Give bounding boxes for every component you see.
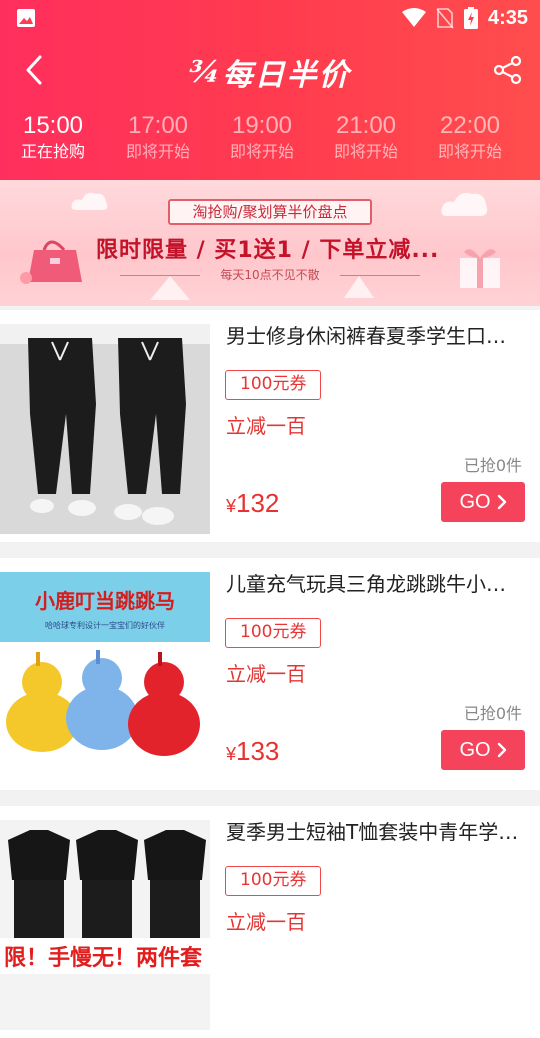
header: 4:35 ¾ 每日半价 15:00 正在抢购 17:00 即将开始 19:00 … (0, 0, 540, 180)
clock: 4:35 (487, 6, 528, 29)
banner-tag: 淘抢购/聚划算半价盘点 (168, 199, 372, 225)
coupon-badge: 100元券 (225, 866, 322, 896)
battery-charging-icon (463, 7, 478, 29)
sold-count: 已抢0件 (463, 704, 522, 723)
price-value: 132 (236, 488, 280, 518)
slot-time: 21:00 (335, 112, 397, 139)
image-notification-icon (17, 9, 35, 27)
status-bar: 4:35 (0, 0, 540, 36)
slot-time: 19:00 (231, 112, 293, 139)
currency-symbol: ¥ (226, 744, 237, 764)
price-value: 133 (236, 736, 280, 766)
product-image: 小鹿叮当跳跳马 哈哈球专利设计一宝宝们的好伙伴 (0, 572, 210, 782)
go-button[interactable]: GO (441, 730, 525, 770)
go-label: GO (459, 490, 491, 513)
product-price: ¥133 (226, 736, 279, 767)
slot-time: 15:00 (22, 112, 84, 139)
time-slot-tabs: 15:00 正在抢购 17:00 即将开始 19:00 即将开始 21:00 即… (0, 112, 540, 178)
product-discount-text: 立减一百 (226, 662, 306, 686)
back-arrow-icon (26, 55, 42, 85)
go-label: GO (459, 738, 491, 761)
back-button[interactable] (18, 54, 50, 86)
product-title[interactable]: 男士修身休闲裤春夏季学生口袋工装九分裤 (226, 322, 522, 350)
tab-slot-15[interactable]: 15:00 正在抢购 (0, 112, 106, 178)
image-subcaption: 哈哈球专利设计一宝宝们的好伙伴 (45, 620, 165, 630)
triangle-decoration-icon (344, 276, 374, 298)
product-discount-text: 立减一百 (226, 910, 306, 934)
tab-slot-21[interactable]: 21:00 即将开始 (314, 112, 418, 178)
slot-time: 17:00 (127, 112, 189, 139)
product-image (0, 324, 210, 534)
coupon-badge: 100元券 (225, 618, 322, 648)
product-title[interactable]: 夏季男士短袖T恤套装中青年学生两件套 (226, 818, 522, 846)
status-icons: 4:35 (401, 6, 528, 30)
sold-count: 已抢0件 (463, 456, 522, 475)
chevron-right-icon (497, 742, 506, 758)
image-caption: 限！手慢无！两件套 (4, 945, 202, 971)
product-discount-text: 立减一百 (226, 414, 306, 438)
cloud-decoration-icon (71, 192, 108, 210)
coupon-badge: 100元券 (225, 370, 322, 400)
tab-slot-22[interactable]: 22:00 即将开始 (418, 112, 522, 178)
cloud-decoration-icon (441, 193, 488, 216)
product-title[interactable]: 儿童充气玩具三角龙跳跳牛小鹿叮当跳跳马 (226, 570, 522, 598)
product-image: 限！手慢无！两件套 (0, 820, 210, 1030)
slot-status: 即将开始 (125, 142, 190, 161)
currency-symbol: ¥ (226, 496, 237, 516)
chevron-right-icon (497, 494, 506, 510)
navbar: ¾ 每日半价 (0, 40, 540, 102)
title-logo-mark: ¾ (186, 54, 222, 90)
product-card[interactable]: 小鹿叮当跳跳马 哈哈球专利设计一宝宝们的好伙伴 儿童充气玩具三角龙跳跳牛小鹿叮当… (0, 558, 540, 790)
go-button[interactable]: GO (441, 482, 525, 522)
triangle-decoration-icon (150, 276, 190, 300)
slot-status: 正在抢购 (20, 142, 85, 161)
tab-slot-17[interactable]: 17:00 即将开始 (106, 112, 210, 178)
title-text: 每日半价 (222, 58, 351, 93)
handbag-illustration-icon (20, 240, 82, 284)
slot-status: 即将开始 (437, 142, 502, 161)
tab-slot-19[interactable]: 19:00 即将开始 (210, 112, 314, 178)
promo-banner[interactable]: 淘抢购/聚划算半价盘点 限时限量 / 买1送1 / 下单立减... 每天10点不… (0, 180, 540, 306)
slot-time: 22:00 (439, 112, 501, 139)
no-sim-icon (436, 8, 454, 29)
slot-status: 即将开始 (229, 142, 294, 161)
product-card[interactable]: 限！手慢无！两件套 夏季男士短袖T恤套装中青年学生两件套 100元券 立减一百 (0, 806, 540, 1038)
share-button[interactable] (492, 54, 524, 86)
gift-decoration-icon (460, 249, 500, 288)
page-title: ¾ 每日半价 (180, 48, 360, 96)
slot-status: 即将开始 (333, 142, 398, 161)
product-price: ¥132 (226, 488, 279, 519)
image-caption: 小鹿叮当跳跳马 (35, 589, 175, 613)
product-card[interactable]: 男士修身休闲裤春夏季学生口袋工装九分裤 100元券 立减一百 已抢0件 ¥132… (0, 310, 540, 542)
banner-headline: 限时限量 / 买1送1 / 下单立减... (96, 238, 440, 263)
share-icon (493, 55, 522, 85)
wifi-icon (401, 8, 426, 27)
